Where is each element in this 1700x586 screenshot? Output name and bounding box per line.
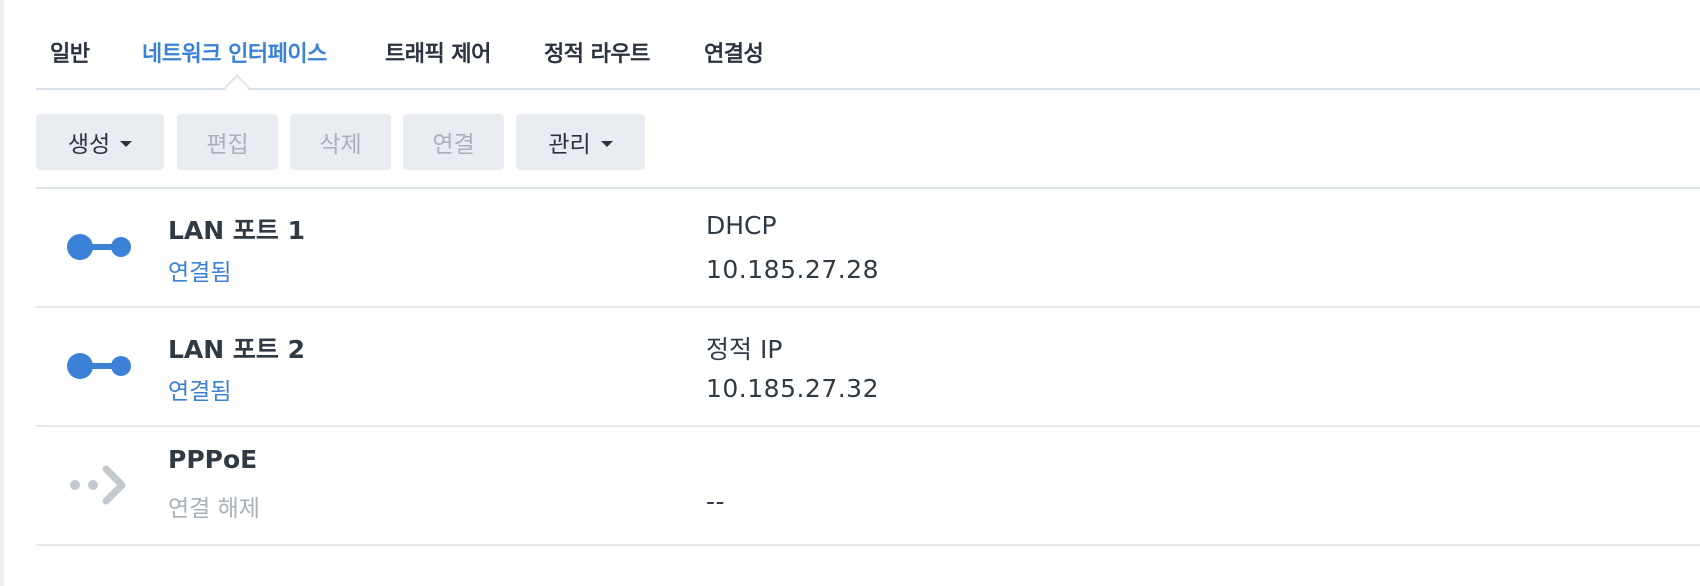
pppoe-disconnected-icon [70, 465, 126, 505]
create-button[interactable]: 생성 [36, 114, 164, 170]
tab-general[interactable]: 일반 [50, 36, 90, 68]
connected-port-icon [67, 353, 131, 379]
tab-network-interface[interactable]: 네트워크 인터페이스 [142, 36, 327, 68]
delete-button-label: 삭제 [319, 132, 362, 158]
interface-row-lan1[interactable]: LAN 포트 1 연결됨 DHCP 10.185.27.28 [36, 189, 1700, 308]
interface-type: DHCP [706, 211, 777, 240]
manage-button[interactable]: 관리 [516, 114, 645, 170]
manage-button-label: 관리 [548, 132, 591, 158]
interface-name: PPPoE [168, 445, 258, 474]
chevron-down-icon [120, 141, 133, 147]
edit-button-label: 편집 [206, 132, 249, 158]
left-edge-divider [0, 0, 4, 586]
interface-name: LAN 포트 2 [168, 335, 306, 364]
connected-port-icon [67, 234, 131, 260]
interface-status: 연결됨 [168, 379, 232, 405]
interface-row-lan2[interactable]: LAN 포트 2 연결됨 정적 IP 10.185.27.32 [36, 308, 1700, 427]
chevron-down-icon [600, 141, 613, 147]
tab-static-route[interactable]: 정적 라우트 [544, 36, 650, 68]
active-tab-indicator [224, 74, 250, 100]
interface-type: 정적 IP [706, 335, 783, 364]
interface-row-pppoe[interactable]: PPPoE 연결 해제 -- [36, 427, 1700, 546]
create-button-label: 생성 [67, 132, 111, 158]
interface-ip: 10.185.27.32 [706, 374, 879, 403]
tab-connectivity[interactable]: 연결성 [704, 36, 764, 68]
interface-ip: 10.185.27.28 [706, 255, 879, 284]
interface-ip: -- [706, 487, 726, 516]
connect-button[interactable]: 연결 [403, 114, 504, 170]
connect-button-label: 연결 [432, 132, 475, 158]
interface-name: LAN 포트 1 [168, 216, 306, 245]
tab-bar-divider [36, 88, 1700, 90]
interface-status: 연결됨 [168, 260, 232, 286]
edit-button[interactable]: 편집 [177, 114, 278, 170]
delete-button[interactable]: 삭제 [290, 114, 391, 170]
interface-status: 연결 해제 [168, 496, 260, 522]
tab-traffic-control[interactable]: 트래픽 제어 [385, 36, 491, 68]
